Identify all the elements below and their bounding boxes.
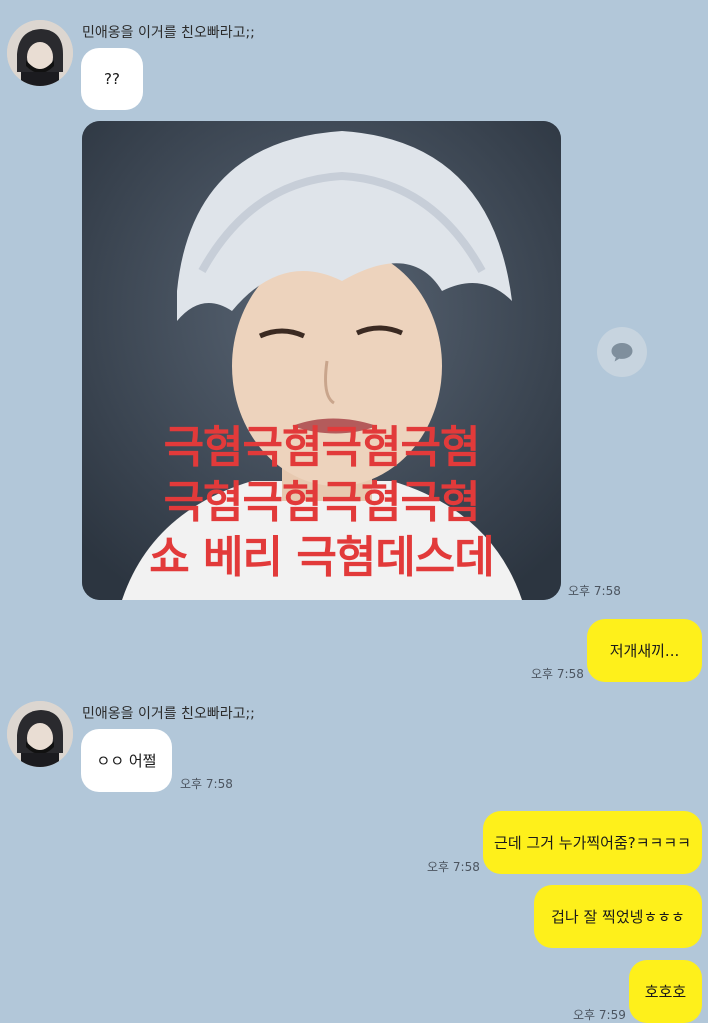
photo-caption-line: 극혐극혐극혐극혐 xyxy=(163,477,481,528)
message-time: 오후 7:58 xyxy=(568,584,621,598)
sender-name: 민애옹을 이거를 친오빠라고;; xyxy=(82,25,255,41)
message-time: 오후 7:58 xyxy=(427,860,480,874)
message-bubble[interactable]: 저개새끼... xyxy=(587,619,702,682)
message-bubble[interactable]: ?? xyxy=(81,48,143,110)
photo-message[interactable]: 극혐극혐극혐극혐 극혐극혐극혐극혐 쇼 베리 극혐데스데 xyxy=(82,121,561,600)
message-bubble[interactable]: 근데 그거 누가찍어줌?ㅋㅋㅋㅋ xyxy=(483,811,702,874)
message-time: 오후 7:58 xyxy=(531,667,584,681)
share-button[interactable] xyxy=(597,327,647,377)
photo-caption-line: 극혐극혐극혐극혐 xyxy=(163,422,481,473)
avatar[interactable] xyxy=(7,701,73,767)
speech-bubble-icon xyxy=(611,343,633,362)
message-time: 오후 7:59 xyxy=(573,1008,626,1022)
photo-caption-line: 쇼 베리 극혐데스데 xyxy=(149,532,494,583)
message-bubble[interactable]: ㅇㅇ 어쩔 xyxy=(81,729,172,792)
message-bubble[interactable]: 겁나 잘 찍었넹ㅎㅎㅎ xyxy=(534,885,702,948)
message-bubble[interactable]: 호호호 xyxy=(629,960,702,1023)
avatar[interactable] xyxy=(7,20,73,86)
message-time: 오후 7:58 xyxy=(180,777,233,791)
sender-name: 민애옹을 이거를 친오빠라고;; xyxy=(82,706,255,722)
